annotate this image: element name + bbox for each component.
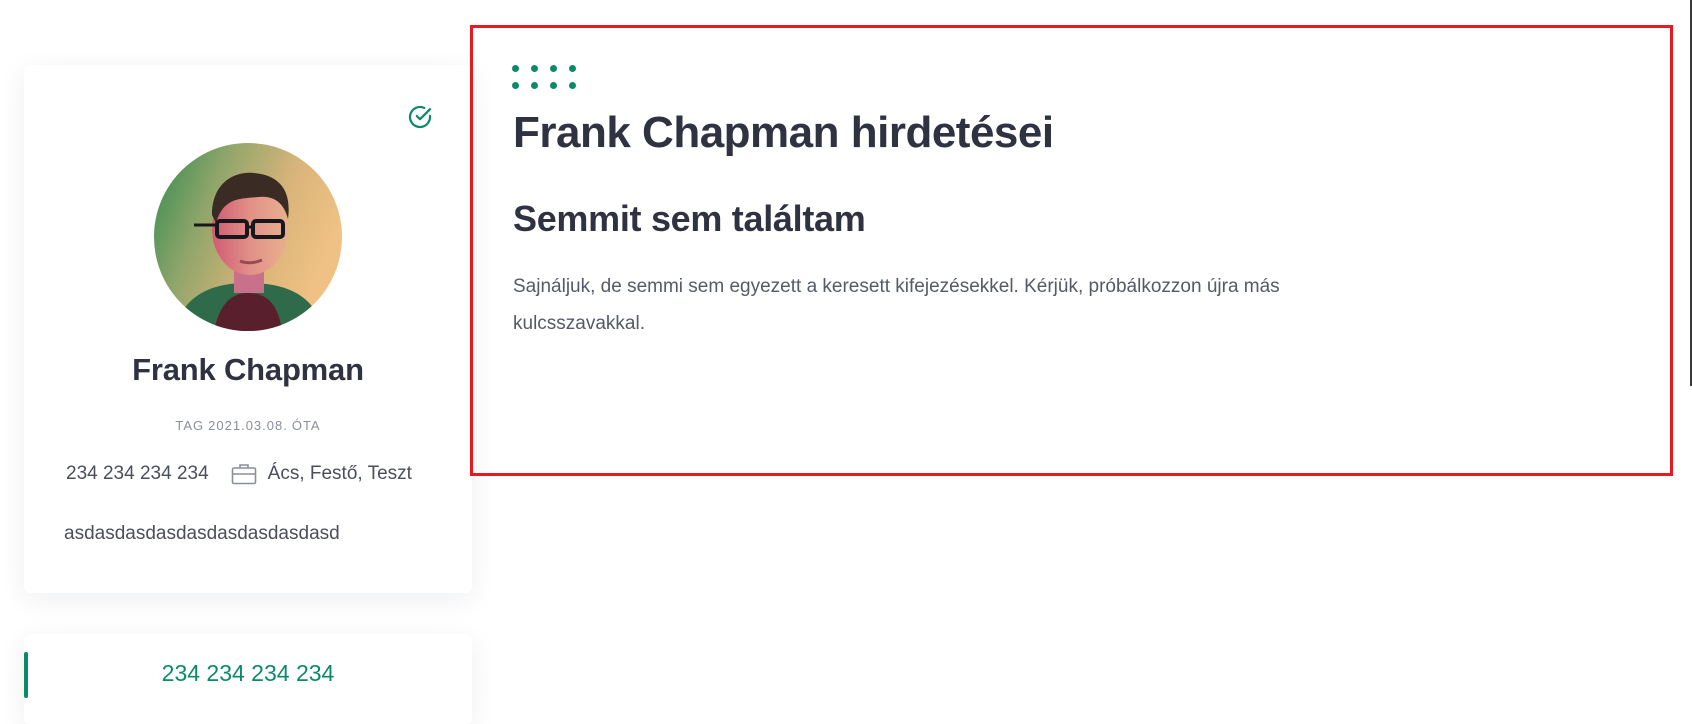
phone-card[interactable]: 234 234 234 234 (24, 634, 472, 724)
profile-name: Frank Chapman (132, 352, 364, 387)
briefcase-icon (231, 464, 256, 485)
profile-bio: asdasdasdasdasdasdasdasdasd (64, 523, 340, 544)
profile-card: Frank Chapman TAG 2021.03.08. ÓTA 234 234 … (24, 65, 472, 593)
empty-state-title: Semmit sem találtam (513, 198, 866, 239)
member-since-suffix: ÓTA (291, 418, 321, 433)
member-since-date: 2021.03.08. (208, 418, 288, 433)
profile-professions: Ács, Festő, Teszt (267, 463, 412, 484)
profile-phone: 234 234 234 234 (66, 463, 209, 484)
check-circle-icon (408, 105, 432, 129)
empty-state-message: Sajnáljuk, de semmi sem egyezett a keres… (513, 276, 1280, 334)
page-title: Frank Chapman hirdetései (513, 108, 1054, 157)
member-since-prefix: TAG (175, 418, 205, 433)
dots-decoration-icon (512, 65, 576, 93)
phone-number-link[interactable]: 234 234 234 234 (24, 660, 472, 687)
member-since: TAG 2021.03.08. ÓTA (24, 418, 472, 433)
avatar (154, 143, 342, 331)
listings-panel: Frank Chapman hirdetései Semmit sem talá… (470, 25, 1673, 476)
profile-meta: 234 234 234 234 Ács, Festő, Teszt (66, 459, 456, 489)
